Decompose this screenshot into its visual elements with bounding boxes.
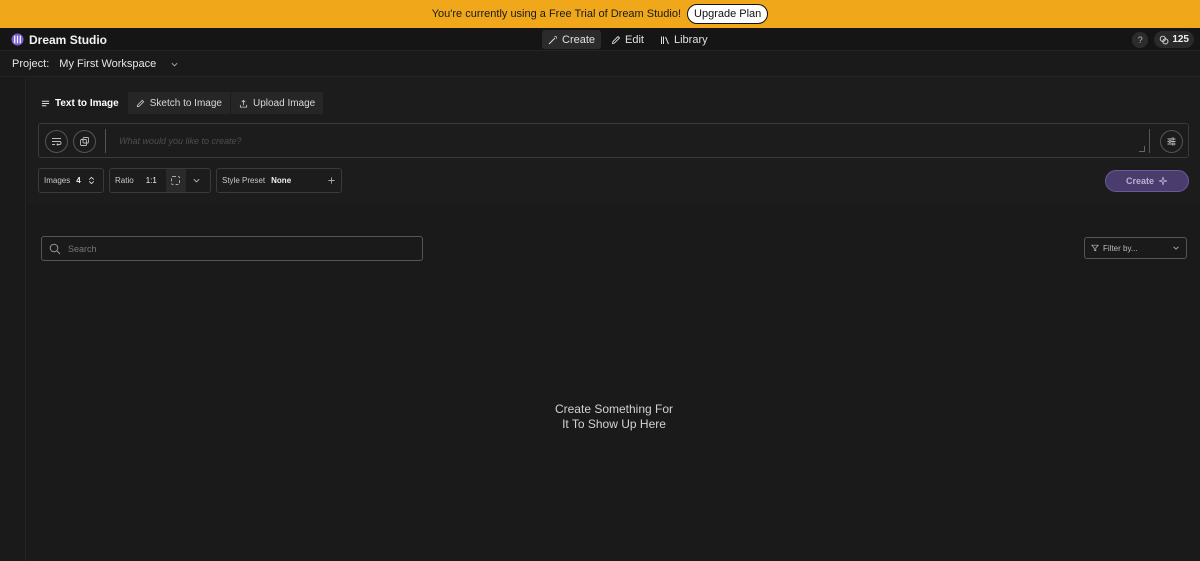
images-value: 4 (76, 176, 81, 185)
generator-tabs: Text to Image Sketch to Image Upload Ima… (33, 92, 324, 114)
style-preset-label: Style Preset (222, 176, 266, 185)
wand-icon (548, 35, 557, 44)
filter-dropdown[interactable]: Filter by... (1084, 237, 1187, 259)
nav-create-label: Create (562, 33, 596, 46)
style-preset-value: None (271, 176, 292, 185)
brand[interactable]: Dream Studio (11, 28, 107, 51)
generator-panel: Text to Image Sketch to Image Upload Ima… (27, 77, 1200, 204)
funnel-icon (1091, 244, 1099, 252)
ratio-preview (165, 169, 186, 192)
random-prompt-button[interactable] (73, 130, 96, 153)
lines-icon (41, 100, 50, 106)
prompt-divider (105, 129, 106, 153)
nav-library[interactable]: Library (654, 30, 714, 49)
search-input[interactable] (68, 243, 408, 254)
chevron-down-icon (171, 62, 178, 66)
create-button[interactable]: Create (1105, 170, 1189, 192)
left-rail (0, 77, 26, 561)
ratio-label: Ratio (115, 176, 134, 185)
resize-handle[interactable] (1139, 146, 1145, 152)
images-label: Images (44, 176, 71, 185)
empty-state-line-2: It To Show Up Here (562, 417, 666, 431)
generation-controls: Images 4 Ratio 1:1 Style Preset None (38, 168, 342, 193)
tab-text-to-image-label: Text to Image (55, 97, 119, 109)
upload-icon (239, 99, 248, 108)
empty-state-line-1: Create Something For (554, 402, 674, 416)
tab-sketch-to-image[interactable]: Sketch to Image (127, 92, 230, 114)
chevron-down-icon (193, 178, 200, 183)
search-icon (49, 243, 61, 254)
dream-studio-logo-icon (11, 33, 24, 46)
nav-edit-label: Edit (625, 33, 644, 46)
brand-name: Dream Studio (29, 32, 108, 47)
header-actions: ? 125 (1132, 31, 1194, 48)
project-bar: Project: My First Workspace (0, 52, 1200, 77)
project-label: Project: (12, 58, 50, 70)
pencil-icon (611, 35, 621, 44)
pencil-icon (136, 99, 144, 107)
sliders-icon (1167, 137, 1176, 146)
tab-sketch-to-image-label: Sketch to Image (149, 97, 222, 109)
upgrade-plan-button[interactable]: Upgrade Plan (687, 4, 769, 24)
trial-banner: You're currently using a Free Trial of D… (0, 0, 1200, 28)
trial-message: You're currently using a Free Trial of D… (431, 8, 682, 20)
nav-library-label: Library (674, 33, 708, 46)
filter-label: Filter by... (1103, 243, 1138, 253)
prompt-box (38, 123, 1189, 158)
help-button[interactable]: ? (1132, 31, 1149, 48)
ratio-value: 1:1 (145, 176, 157, 185)
create-button-label: Create (1125, 176, 1154, 186)
square-ratio-icon (171, 176, 181, 185)
tab-upload-image-label: Upload Image (252, 97, 316, 109)
credits-count: 125 (1172, 34, 1189, 45)
nav-edit[interactable]: Edit (605, 30, 650, 49)
sparkle-icon (1158, 176, 1168, 186)
empty-state: Create Something For It To Show Up Here (514, 402, 714, 432)
nav-create[interactable]: Create (542, 30, 602, 49)
advanced-settings-button[interactable] (1160, 130, 1183, 153)
tab-upload-image[interactable]: Upload Image (230, 92, 324, 114)
library-icon (661, 36, 669, 44)
filter-label-group: Filter by... (1091, 244, 1138, 253)
prompt-divider-right (1149, 129, 1150, 153)
gallery-search (41, 236, 423, 261)
text-wrap-icon (52, 138, 62, 146)
project-name: My First Workspace (59, 58, 157, 70)
images-count-stepper[interactable]: Images 4 (38, 168, 104, 193)
stepper-arrows-icon[interactable] (87, 176, 96, 185)
prompt-options-button[interactable] (45, 130, 68, 153)
credits-icon (1160, 35, 1169, 44)
style-preset-selector[interactable]: Style Preset None (216, 168, 342, 193)
plus-icon[interactable] (327, 176, 336, 185)
tab-text-to-image[interactable]: Text to Image (33, 92, 127, 114)
project-selector[interactable]: My First Workspace (59, 58, 179, 70)
top-navigation: Dream Studio Create Edit Library ? 125 (0, 28, 1200, 51)
chevron-down-icon (1173, 246, 1179, 250)
main-nav: Create Edit Library (542, 30, 714, 49)
dice-icon (80, 137, 89, 146)
ratio-selector[interactable]: Ratio 1:1 (109, 168, 211, 193)
prompt-input[interactable] (119, 130, 1139, 152)
credits-badge[interactable]: 125 (1154, 31, 1194, 48)
